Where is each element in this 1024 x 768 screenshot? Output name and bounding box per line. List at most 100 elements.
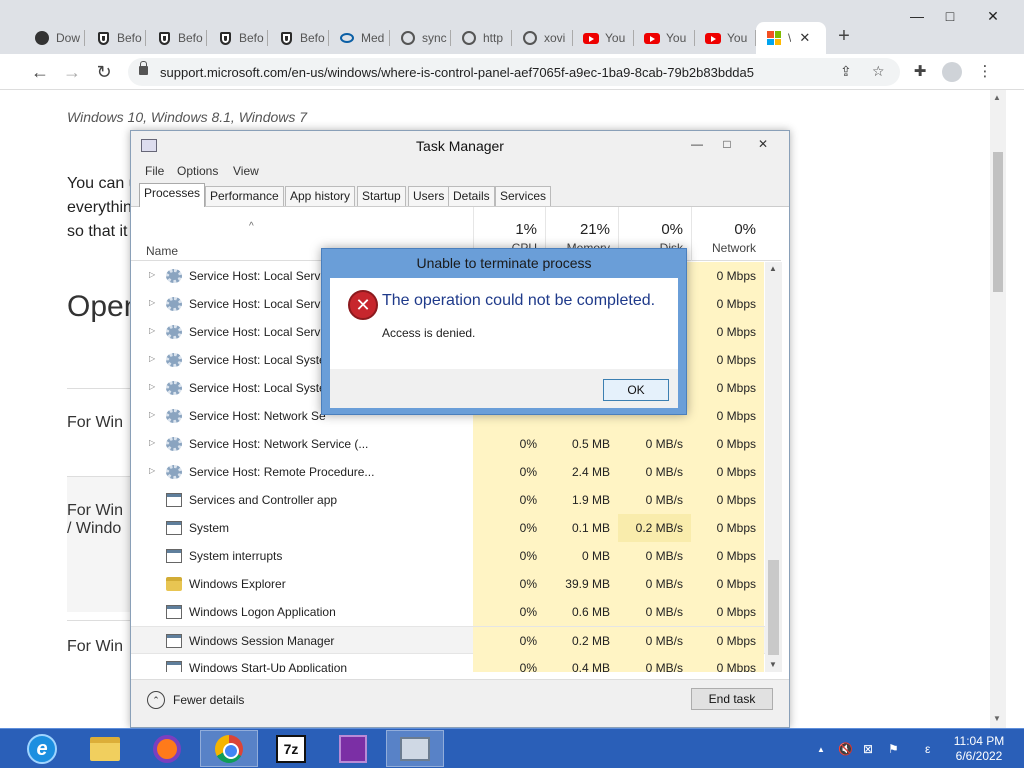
menu-file[interactable]: File — [145, 164, 164, 178]
tab-close-icon[interactable]: ✕ — [799, 30, 810, 46]
browser-tab[interactable]: \ ✕ — [756, 22, 826, 54]
process-list-scrollbar[interactable]: ▲ ▼ — [765, 262, 782, 672]
expand-chevron-icon[interactable]: ▷ — [149, 270, 155, 279]
browser-tab[interactable]: Befo — [268, 22, 329, 54]
menu-options[interactable]: Options — [177, 164, 218, 178]
process-cpu-cell: 0% — [473, 430, 545, 458]
browser-tab[interactable]: Befo — [85, 22, 146, 54]
column-header-name[interactable]: Name — [146, 244, 178, 258]
menu-view[interactable]: View — [233, 164, 259, 178]
browser-maximize-button[interactable]: □ — [935, 8, 965, 24]
input-language-indicator[interactable]: ε — [925, 742, 930, 756]
action-center-flag-icon[interactable]: ⚑ — [888, 742, 899, 756]
taskbar-onenote[interactable] — [324, 730, 382, 767]
taskbar-firefox[interactable] — [138, 730, 196, 767]
process-row[interactable]: Windows Logon Application 0% 0.6 MB 0 MB/s 0… — [131, 598, 781, 626]
taskbar-file-explorer[interactable] — [76, 730, 134, 767]
page-scrollbar-thumb[interactable] — [993, 152, 1003, 292]
expand-chevron-icon[interactable]: ▷ — [149, 382, 155, 391]
column-percent: 1% — [515, 221, 537, 238]
process-row[interactable]: Windows Session Manager 0% 0.2 MB 0 MB/s 0 M… — [131, 626, 781, 655]
process-row[interactable]: ▷ Service Host: Network Service (... 0% 0.5… — [131, 430, 781, 458]
fewer-details-icon[interactable]: ⌃ — [147, 691, 165, 709]
reload-button[interactable]: ↻ — [92, 60, 116, 84]
process-row[interactable]: System 0% 0.1 MB 0.2 MB/s 0 Mbps — [131, 514, 781, 542]
tab-services[interactable]: Services — [495, 186, 552, 206]
process-row[interactable]: Windows Explorer 0% 39.9 MB 0 MB/s 0 Mbps — [131, 570, 781, 598]
expand-chevron-icon[interactable]: ▷ — [149, 410, 155, 419]
forward-button[interactable]: → — [60, 60, 84, 84]
process-row[interactable]: Windows Start-Up Application 0% 0.4 MB 0 MB… — [131, 654, 781, 672]
lock-icon — [139, 61, 148, 75]
tab-app-history[interactable]: App history — [285, 186, 356, 206]
expand-chevron-icon[interactable]: ▷ — [149, 466, 155, 475]
url-text[interactable]: support.microsoft.com/en-us/windows/wher… — [160, 65, 754, 80]
profile-avatar[interactable] — [942, 62, 962, 82]
process-net-cell: 0 Mbps — [691, 570, 764, 598]
accordion-item-1[interactable]: For Win — [67, 388, 137, 476]
tab-title: You — [666, 31, 687, 45]
process-row[interactable]: Services and Controller app 0% 1.9 MB 0 MB/… — [131, 486, 781, 514]
process-disk-cell: 0 MB/s — [618, 627, 691, 655]
application-window-icon — [166, 634, 182, 648]
tm-minimize-button[interactable]: — — [683, 134, 711, 154]
process-name: Services and Controller app — [189, 493, 338, 507]
scroll-down-icon[interactable]: ▼ — [769, 660, 777, 669]
taskbar-7zip[interactable]: 7z — [262, 730, 320, 767]
browser-tab[interactable]: You — [634, 22, 695, 54]
browser-tab[interactable]: You — [695, 22, 756, 54]
accordion-item-2[interactable]: For Win / Windo — [67, 476, 137, 612]
page-scrollbar[interactable]: ▲ ▼ — [990, 90, 1006, 728]
browser-tab[interactable]: Befo — [146, 22, 207, 54]
expand-chevron-icon[interactable]: ▷ — [149, 354, 155, 363]
process-cpu-cell: 0% — [473, 570, 545, 598]
browser-tab[interactable]: http — [451, 22, 512, 54]
scroll-up-icon[interactable]: ▲ — [769, 264, 777, 273]
scroll-up-icon[interactable]: ▲ — [993, 93, 1001, 102]
new-tab-button[interactable]: + — [834, 25, 854, 47]
browser-tab[interactable]: Befo — [207, 22, 268, 54]
scroll-down-icon[interactable]: ▼ — [993, 714, 1001, 723]
expand-chevron-icon[interactable]: ▷ — [149, 326, 155, 335]
taskbar-task-manager[interactable] — [386, 730, 444, 767]
tab-title: You — [605, 31, 626, 45]
taskbar-chrome[interactable] — [200, 730, 258, 767]
browser-tab[interactable]: Dow — [24, 22, 85, 54]
browser-tab[interactable]: You — [573, 22, 634, 54]
start-button[interactable]: e — [22, 731, 62, 767]
network-icon[interactable]: ⊠ — [863, 742, 873, 756]
share-icon[interactable]: ⇪ — [840, 63, 852, 80]
address-bar[interactable]: support.microsoft.com/en-us/windows/wher… — [128, 58, 900, 86]
tm-maximize-button[interactable]: □ — [713, 134, 741, 154]
browser-tab[interactable]: Med — [329, 22, 390, 54]
expand-chevron-icon[interactable]: ▷ — [149, 438, 155, 447]
show-hidden-icons[interactable]: ▲ — [817, 745, 825, 754]
dialog-detail: Access is denied. — [382, 326, 476, 340]
process-row[interactable]: ▷ Service Host: Remote Procedure... 0% 2.4 … — [131, 458, 781, 486]
process-scrollbar-thumb[interactable] — [768, 560, 779, 655]
tab-startup[interactable]: Startup — [357, 186, 406, 206]
browser-minimize-button[interactable]: — — [902, 8, 932, 24]
browser-tab[interactable]: sync — [390, 22, 451, 54]
ok-button[interactable]: OK — [603, 379, 669, 401]
column-header-network[interactable]: 0% Network — [691, 207, 764, 261]
expand-chevron-icon[interactable]: ▷ — [149, 298, 155, 307]
volume-muted-icon[interactable]: 🔇 — [838, 742, 853, 756]
browser-tab[interactable]: xovi — [512, 22, 573, 54]
tab-processes[interactable]: Processes — [139, 183, 206, 207]
back-button[interactable]: ← — [28, 60, 52, 84]
task-manager-titlebar[interactable]: Task Manager — □ ✕ — [131, 131, 789, 161]
system-clock[interactable]: 11:04 PM 6/6/2022 — [942, 734, 1016, 764]
tab-users[interactable]: Users — [408, 186, 450, 206]
process-row[interactable]: System interrupts 0% 0 MB 0 MB/s 0 Mbps — [131, 542, 781, 570]
end-task-button[interactable]: End task — [691, 688, 773, 710]
browser-menu-icon[interactable]: ⋮ — [975, 62, 995, 80]
accordion-item-3[interactable]: For Win — [67, 620, 137, 680]
bookmark-star-icon[interactable]: ☆ — [872, 63, 885, 80]
fewer-details-link[interactable]: Fewer details — [173, 693, 244, 707]
browser-close-button[interactable]: ✕ — [978, 8, 1008, 25]
extensions-icon[interactable]: ✚ — [910, 62, 930, 80]
tm-close-button[interactable]: ✕ — [743, 134, 783, 154]
tab-performance[interactable]: Performance — [205, 186, 284, 206]
tab-details[interactable]: Details — [448, 186, 495, 206]
